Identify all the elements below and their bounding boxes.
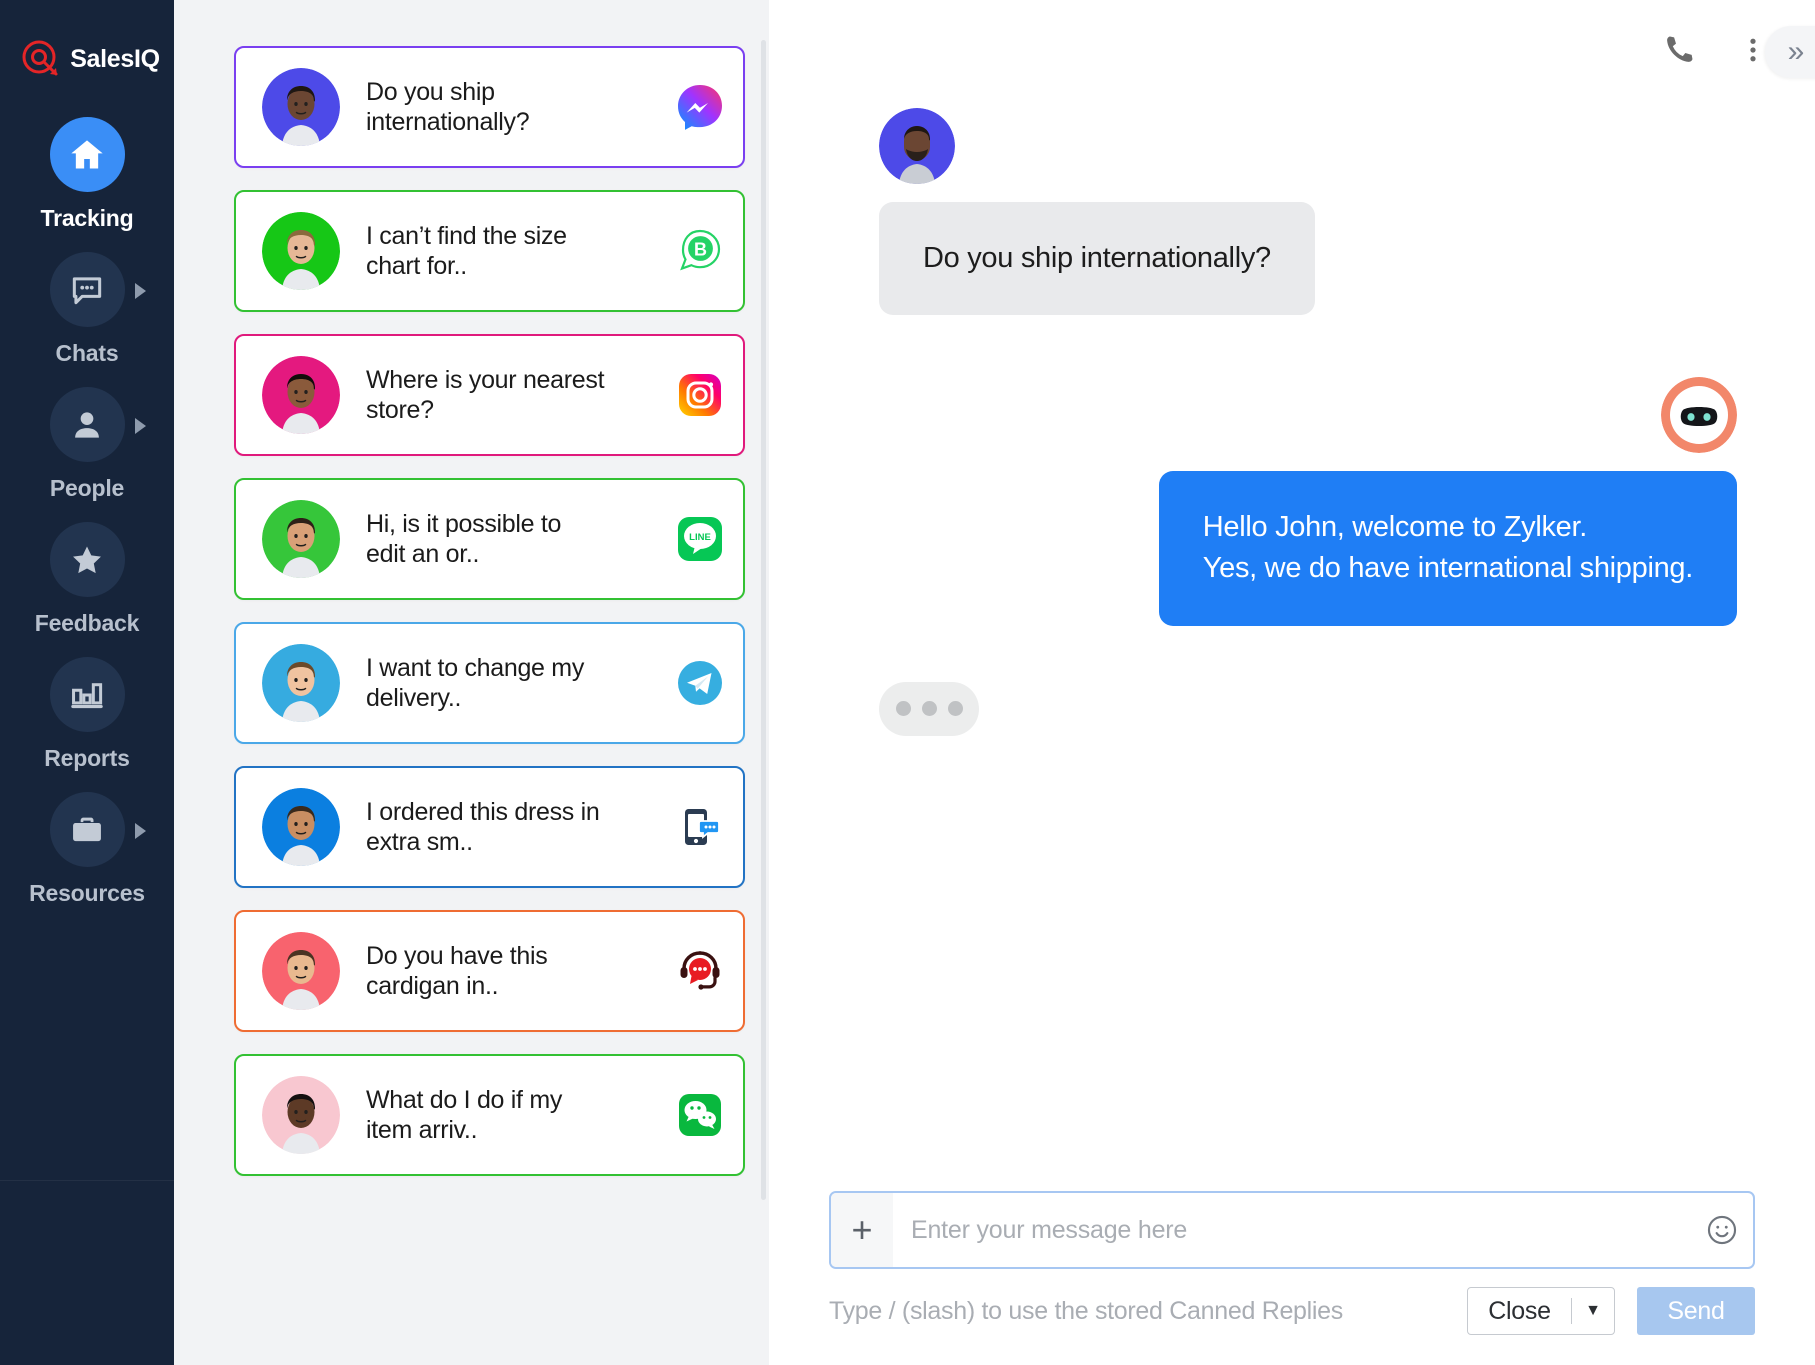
chat-list-item[interactable]: I can’t find the size chart for.. B [234,190,745,312]
brand: SalesIQ [0,30,174,88]
sidebar-item-label: Resources [29,880,145,906]
typing-dot [921,701,937,717]
message-incoming: Do you ship internationally? [879,108,1737,316]
home-icon [49,117,125,192]
chat-preview-text: I want to change my delivery.. [366,653,585,713]
chevron-down-icon[interactable]: ▼ [1572,1302,1614,1320]
messenger-icon [675,82,725,132]
chat-preview-text: Where is your nearest store? [366,365,605,425]
message-bubble-outgoing: Hello John, welcome to Zylker. Yes, we d… [1158,471,1737,626]
conversation-panel: » Do you ship internationally? Hello Joh… [769,0,1815,1365]
chat-preview-text: I can’t find the size chart for.. [366,221,567,281]
expand-label: » [1787,35,1805,68]
typing-indicator [879,681,979,736]
star-icon [49,522,125,597]
person-icon [49,387,125,462]
brand-name: SalesIQ [70,44,160,73]
chat-list-scrollbar[interactable] [761,40,766,1200]
bar-chart-icon [49,657,125,732]
whatsapp-business-icon: B [675,226,725,276]
line-icon: LINE [675,514,725,564]
chat-list-item[interactable]: Do you ship internationally? [234,46,745,168]
sidebar-item-label: Reports [44,745,130,771]
svg-text:B: B [694,240,707,260]
wechat-icon [675,1090,725,1140]
chat-avatar [262,500,340,578]
conversation-status-select[interactable]: Close ▼ [1467,1287,1615,1335]
typing-dot [947,701,963,717]
chat-avatar [262,1076,340,1154]
sidebar-item-label: People [49,475,125,501]
chat-list-item[interactable]: Do you have this cardigan in.. [234,910,745,1032]
sidebar-item-feedback[interactable]: Feedback [0,513,174,637]
composer-input-box: + [829,1191,1755,1269]
thread-spacer [879,315,1737,377]
sidebar-item-chats[interactable]: Chats [0,243,174,367]
message-input[interactable] [893,1193,1691,1267]
composer-footer: Type / (slash) to use the stored Canned … [829,1287,1755,1335]
svg-text:LINE: LINE [689,532,711,543]
smiley-icon[interactable] [1691,1213,1753,1247]
salesiq-logo-icon [20,38,62,80]
sidebar: SalesIQ Tracking Chats People Feedback R… [0,0,174,1365]
instagram-icon [675,370,725,420]
conversation-header: » [769,0,1815,100]
chat-avatar [262,644,340,722]
sidebar-item-people[interactable]: People [0,378,174,502]
sidebar-item-label: Chats [55,340,119,366]
typing-dot [895,701,911,717]
chat-preview-text: Hi, is it possible to edit an or.. [366,509,562,569]
sidebar-item-tracking[interactable]: Tracking [0,108,174,232]
chevron-right-icon[interactable] [135,823,146,839]
chevron-right-icon[interactable] [135,418,146,434]
chat-avatar [262,356,340,434]
briefcase-icon [49,792,125,867]
chat-preview-text: Do you have this cardigan in.. [366,941,548,1001]
chevron-double-right-icon[interactable]: » [1765,26,1815,78]
chat-avatar [262,212,340,290]
chat-list: Do you ship internationally? I can’t fin… [174,0,769,1206]
sidebar-divider [0,1180,174,1181]
chat-avatar [262,68,340,146]
sidebar-item-reports[interactable]: Reports [0,648,174,772]
send-button[interactable]: Send [1637,1287,1755,1335]
salesiq-app-window: SalesIQ Tracking Chats People Feedback R… [0,0,1815,1365]
sidebar-item-label: Feedback [34,610,140,636]
visitor-avatar [879,108,955,184]
chat-avatar [262,788,340,866]
chat-avatar [262,932,340,1010]
chat-list-item[interactable]: Hi, is it possible to edit an or.. LINE [234,478,745,600]
chat-preview-text: What do I do if my item arriv.. [366,1085,563,1145]
message-outgoing: Hello John, welcome to Zylker. Yes, we d… [879,377,1737,626]
chat-list-item[interactable]: I ordered this dress in extra sm.. [234,766,745,888]
chat-list-item[interactable]: I want to change my delivery.. [234,622,745,744]
conversation-status-value: Close [1488,1296,1551,1325]
support-headset-icon [675,946,725,996]
chat-bubble-icon [49,252,125,327]
add-attachment-button[interactable]: + [831,1193,893,1267]
message-thread: Do you ship internationally? Hello John,… [769,100,1815,1191]
sidebar-item-resources[interactable]: Resources [0,783,174,907]
chat-list-panel: Do you ship internationally? I can’t fin… [174,0,769,1365]
composer: + Type / (slash) to use the stored Canne… [769,1191,1815,1365]
chat-preview-text: I ordered this dress in extra sm.. [366,797,600,857]
sidebar-item-label: Tracking [40,205,134,231]
chat-list-item[interactable]: Where is your nearest store? [234,334,745,456]
telegram-icon [675,658,725,708]
canned-replies-hint: Type / (slash) to use the stored Canned … [829,1296,1343,1325]
chat-list-item[interactable]: What do I do if my item arriv.. [234,1054,745,1176]
mobile-sdk-icon [675,802,725,852]
bot-avatar [1661,377,1737,454]
chevron-right-icon[interactable] [135,283,146,299]
chat-preview-text: Do you ship internationally? [366,77,530,137]
phone-icon[interactable] [1657,28,1701,72]
message-bubble-incoming: Do you ship internationally? [879,202,1315,316]
sidebar-nav: Tracking Chats People Feedback Reports R… [0,108,174,907]
